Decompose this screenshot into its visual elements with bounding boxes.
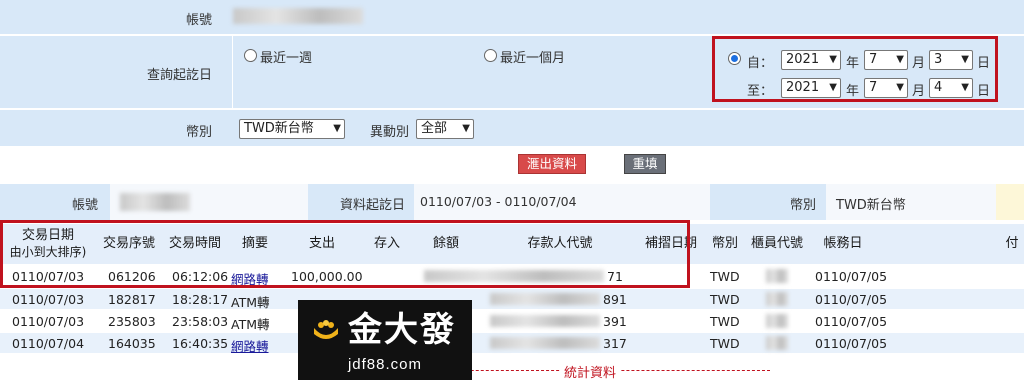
cell-time: 16:40:35	[172, 336, 229, 351]
cell-time: 18:28:17	[172, 292, 229, 307]
cell-teller-masked	[766, 292, 788, 306]
watermark-brand: 金大發	[348, 310, 456, 350]
watermark-badge: 金大發 jdf88.com	[298, 300, 472, 380]
change-type-select[interactable]: 全部 ▼	[416, 119, 474, 139]
cell-time: 23:58:03	[172, 314, 229, 329]
stats-label: 統計資料	[560, 362, 621, 381]
cell-seq: 164035	[108, 336, 156, 351]
info-account-masked	[120, 193, 190, 211]
info-date-range-value: 0110/07/03 - 0110/07/04	[420, 194, 577, 209]
cell-date: 0110/07/03	[12, 314, 85, 329]
cell-currency: TWD	[710, 314, 740, 329]
coin-bag-icon	[312, 320, 340, 342]
table-row: 0110/07/03 235803 23:58:03 ATM轉 391 TWD …	[0, 311, 1024, 332]
info-currency-label: 幣別	[790, 198, 817, 213]
header-remarks: 付	[1005, 236, 1019, 251]
cell-currency: TWD	[710, 292, 740, 307]
currency-select[interactable]: TWD新台幣 ▼	[239, 119, 345, 139]
highlight-date-range	[712, 36, 998, 102]
cell-summary: ATM轉	[231, 295, 270, 310]
cell-seq: 235803	[108, 314, 156, 329]
cell-summary: ATM轉	[231, 317, 270, 332]
option-last-month: 最近一個月	[500, 51, 566, 66]
cell-seq: 182817	[108, 292, 156, 307]
header-book-date: 帳務日	[823, 236, 863, 251]
cell-book-date: 0110/07/05	[815, 336, 888, 351]
cell-currency: TWD	[710, 269, 740, 284]
header-teller: 櫃員代號	[750, 236, 803, 251]
table-row: 0110/07/04 164035 16:40:35 網路轉 317 TWD 0…	[0, 333, 1024, 355]
watermark-site: jdf88.com	[347, 356, 423, 373]
cell-depositor-tail: 391	[603, 314, 627, 329]
cell-teller-masked	[766, 269, 788, 283]
account-row	[0, 0, 1024, 34]
cell-teller-masked	[766, 314, 788, 328]
cell-depositor-masked	[490, 337, 600, 349]
info-date-range-label: 資料起訖日	[340, 198, 406, 213]
cell-summary-link[interactable]: 網路轉	[231, 336, 269, 355]
header-currency: 幣別	[711, 236, 738, 251]
info-currency-value: TWD新台幣	[836, 198, 906, 213]
cell-date: 0110/07/04	[12, 336, 85, 351]
cell-depositor-masked	[490, 315, 600, 327]
account-label: 帳號	[186, 13, 213, 28]
table-row: 0110/07/03 182817 18:28:17 ATM轉 891 TWD …	[0, 289, 1024, 310]
account-masked-value	[233, 8, 363, 24]
change-type-label: 異動別	[370, 125, 410, 140]
cell-depositor-masked	[490, 293, 600, 305]
export-button[interactable]: 滙出資料	[518, 154, 586, 174]
cell-depositor-tail: 317	[603, 336, 627, 351]
currency-label: 幣別	[186, 125, 213, 140]
reset-button[interactable]: 重填	[624, 154, 666, 174]
cell-currency: TWD	[710, 336, 740, 351]
cell-teller-masked	[766, 336, 788, 350]
option-last-week: 最近一週	[260, 51, 313, 66]
currency-row	[0, 110, 1024, 146]
highlight-first-transaction	[0, 220, 690, 288]
cell-book-date: 0110/07/05	[815, 314, 888, 329]
radio-last-week[interactable]	[244, 49, 257, 62]
cell-depositor-tail: 891	[603, 292, 627, 307]
date-range-label: 查詢起訖日	[147, 68, 213, 83]
info-account-label: 帳號	[72, 198, 99, 213]
radio-last-month[interactable]	[484, 49, 497, 62]
cell-book-date: 0110/07/05	[815, 292, 888, 307]
cell-date: 0110/07/03	[12, 292, 85, 307]
cell-book-date: 0110/07/05	[815, 269, 888, 284]
